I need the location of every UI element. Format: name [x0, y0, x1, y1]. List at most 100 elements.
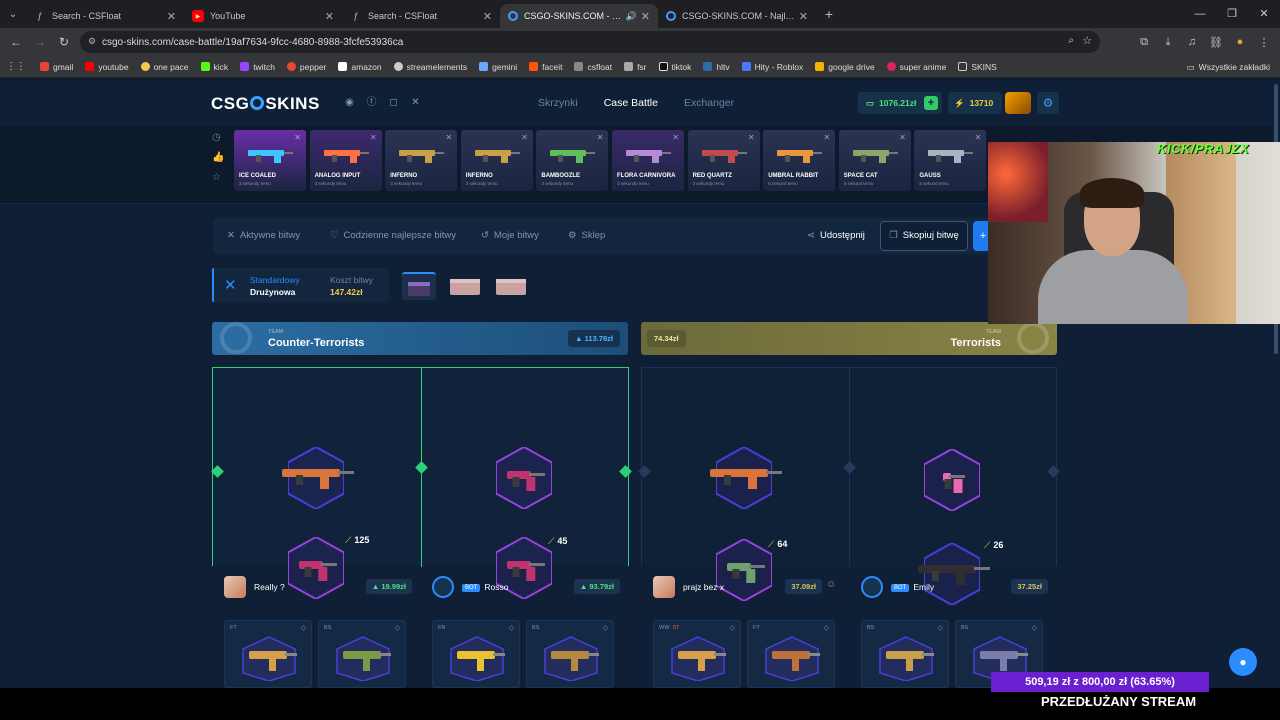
close-tab-icon[interactable]: ✕ [483, 10, 492, 23]
shield-icon[interactable]: ◇ [509, 624, 514, 632]
browser-tab-1[interactable]: ƒ Search - CSFloat ✕ [26, 4, 184, 28]
bookmark-amazon[interactable]: amazon [338, 62, 382, 72]
restore-icon[interactable]: ❐ [1216, 0, 1248, 28]
star-icon[interactable]: ☆ [212, 172, 224, 183]
hide-drop-icon[interactable]: ✕ [370, 133, 377, 142]
case-thumb-2[interactable] [448, 272, 482, 300]
close-tab-icon[interactable]: ✕ [167, 10, 176, 23]
won-item-card[interactable]: WW ST ◇ [653, 620, 741, 688]
bookmark-streamelements[interactable]: streamelements [393, 62, 467, 72]
bookmark-faceit[interactable]: faceit [529, 62, 562, 72]
shield-icon[interactable]: ◇ [603, 624, 608, 632]
bookmark-google-drive[interactable]: google drive [815, 62, 875, 72]
drop-card[interactable]: ✕ ANALOG INPUT 3 sekundy temu [309, 130, 382, 191]
nav-case-battle[interactable]: Case Battle [604, 97, 658, 109]
bookmark-hltv[interactable]: hltv [703, 62, 730, 72]
browser-tab-3[interactable]: ƒ Search - CSFloat ✕ [342, 4, 500, 28]
close-window-icon[interactable]: ✕ [1248, 0, 1280, 28]
media-icon[interactable]: ♫ [1184, 36, 1200, 48]
bookmark-gemini[interactable]: gemini [479, 62, 517, 72]
hide-drop-icon[interactable]: ✕ [823, 133, 830, 142]
bookmark-skins-folder[interactable]: SKINS [958, 62, 997, 72]
back-icon[interactable]: ← [4, 35, 28, 49]
close-tab-icon[interactable]: ✕ [799, 10, 808, 23]
browser-tab-2[interactable]: ▶ YouTube ✕ [184, 4, 342, 28]
drop-card[interactable]: ✕ SPACE CAT 5 sekund temu [838, 130, 911, 191]
bookmark-csfloat[interactable]: csfloat [574, 62, 612, 72]
reload-icon[interactable]: ↻ [52, 35, 76, 49]
drop-card[interactable]: ✕ INFERNO 3 sekundy temu [385, 130, 458, 191]
case-thumb-1[interactable] [402, 272, 436, 300]
bookmark-gmail[interactable]: gmail [40, 62, 73, 72]
bookmark-hity-roblox[interactable]: Hity - Roblox [741, 62, 803, 72]
browser-tab-5[interactable]: CSGO-SKINS.COM - Najlepsze ✕ [658, 4, 816, 28]
discord-icon[interactable]: ◉ [343, 96, 356, 109]
bookmark-kick[interactable]: kick [200, 62, 228, 72]
drop-card[interactable]: ✕ ICE COALED 3 sekundy temu [234, 130, 306, 191]
forward-icon[interactable]: → [28, 35, 52, 49]
shield-icon[interactable]: ◇ [730, 624, 735, 632]
hide-drop-icon[interactable]: ✕ [975, 133, 982, 142]
won-item-card[interactable]: BS ◇ [526, 620, 614, 688]
nav-cases[interactable]: Skrzynki [538, 97, 578, 109]
close-tab-icon[interactable]: ✕ [325, 10, 334, 23]
profile-avatar-icon[interactable]: ● [1232, 36, 1248, 48]
thumbs-up-icon[interactable]: 👍 [212, 152, 224, 163]
won-item-card[interactable]: BS ◇ [318, 620, 406, 688]
share-button[interactable]: ⋖ Udostępnij [807, 230, 865, 241]
won-item-card[interactable]: FT ◇ [747, 620, 835, 688]
clock-icon[interactable]: ◷ [212, 132, 224, 143]
bookmark-pepper[interactable]: pepper [286, 62, 326, 72]
hide-drop-icon[interactable]: ✕ [597, 133, 604, 142]
link-icon[interactable]: ⛓ [1208, 36, 1224, 49]
bookmark-tiktok[interactable]: tiktok [658, 62, 691, 72]
close-tab-icon[interactable]: ✕ [641, 10, 650, 23]
hide-drop-icon[interactable]: ✕ [445, 133, 452, 142]
drop-card[interactable]: ✕ GAUSS 5 sekund temu [914, 130, 987, 191]
player-avatar[interactable] [653, 576, 675, 598]
facebook-icon[interactable]: ⓕ [365, 96, 378, 109]
user-avatar[interactable] [1005, 92, 1031, 114]
subnav-daily-best[interactable]: ♡ Codzienne najlepsze bitwy [330, 230, 456, 241]
all-bookmarks[interactable]: ▭ Wszystkie zakładki [1187, 56, 1270, 78]
won-item-card[interactable]: FT ◇ [224, 620, 312, 688]
new-tab-icon[interactable]: + [816, 6, 842, 22]
subnav-my-battles[interactable]: ↺ Moje bitwy [481, 230, 539, 241]
coin-balance[interactable]: ⚡ 13710 [948, 92, 1002, 114]
instagram-icon[interactable]: ◻ [387, 96, 400, 109]
bookmark-super-anime[interactable]: super anime [886, 62, 946, 72]
nav-exchanger[interactable]: Exchanger [684, 97, 734, 109]
subnav-active-battles[interactable]: ✕ Aktywne bitwy [227, 230, 300, 241]
tab-search-icon[interactable]: ⌄ [0, 0, 26, 28]
drop-card[interactable]: ✕ INFERNO 3 sekundy temu [460, 130, 533, 191]
deposit-plus-icon[interactable]: + [924, 96, 938, 110]
shield-icon[interactable]: ◇ [938, 624, 943, 632]
site-logo[interactable]: CSG SKINS [211, 94, 320, 114]
shield-icon[interactable]: ◇ [1032, 624, 1037, 632]
case-thumb-3[interactable] [494, 272, 528, 300]
wallet-balance[interactable]: ▭ 1076.21zł + [858, 92, 942, 114]
bookmark-fsr[interactable]: fsr [624, 62, 647, 72]
zoom-icon[interactable]: ⌕ [1068, 35, 1074, 46]
drop-card[interactable]: ✕ UMBRAL RABBIT 5 sekund temu [763, 130, 836, 191]
minimize-icon[interactable]: — [1184, 0, 1216, 28]
shield-icon[interactable]: ◇ [301, 624, 306, 632]
subnav-shop[interactable]: ⚙ Sklep [568, 230, 605, 241]
copy-battle-button[interactable]: ❐ Skopiuj bitwę [880, 221, 968, 251]
shield-icon[interactable]: ◇ [395, 624, 400, 632]
download-icon[interactable]: ⤓ [1160, 36, 1176, 49]
browser-tab-4[interactable]: CSGO-SKINS.COM - Najlep 🔊 ✕ [500, 4, 658, 28]
x-twitter-icon[interactable]: ✕ [409, 96, 422, 109]
hide-drop-icon[interactable]: ✕ [748, 133, 755, 142]
drop-card[interactable]: ✕ FLORA CARNIVORA 3 sekundy temu [612, 130, 684, 191]
shield-icon[interactable]: ◇ [824, 624, 829, 632]
won-item-card[interactable]: FN ◇ [432, 620, 520, 688]
bot-avatar[interactable] [861, 576, 883, 598]
extensions-icon[interactable]: ⧉ [1136, 36, 1152, 49]
hide-drop-icon[interactable]: ✕ [899, 133, 906, 142]
bookmark-youtube[interactable]: youtube [85, 62, 129, 72]
bookmark-twitch[interactable]: twitch [240, 62, 275, 72]
hide-drop-icon[interactable]: ✕ [521, 133, 528, 142]
player-avatar[interactable] [224, 576, 246, 598]
drop-card[interactable]: ✕ BAMBOOZLE 3 sekundy temu [536, 130, 609, 191]
